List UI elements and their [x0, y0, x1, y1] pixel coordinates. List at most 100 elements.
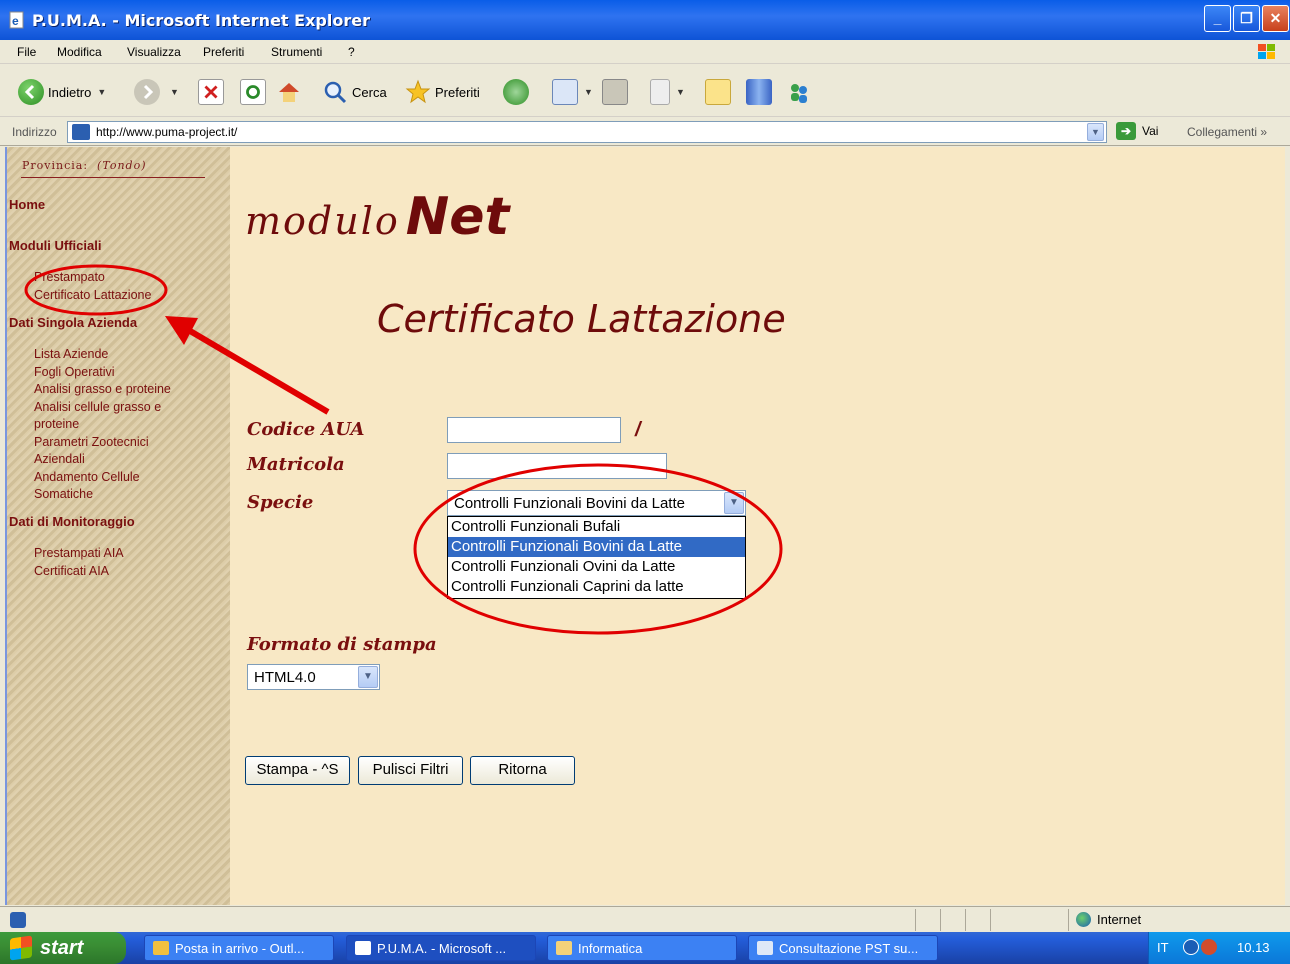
specie-option-caprini[interactable]: Controlli Funzionali Caprini da latte — [448, 577, 745, 597]
menu-strumenti[interactable]: Strumenti — [271, 45, 322, 59]
svg-text:e: e — [12, 14, 19, 28]
tray-arrow-icon[interactable] — [1183, 939, 1199, 955]
chevron-down-icon: ▼ — [97, 87, 107, 97]
matricola-label: Matricola — [247, 454, 345, 475]
printer-icon — [602, 79, 628, 105]
sidebar-item-analisi-cellule[interactable]: Analisi cellule grasso e proteine — [34, 399, 184, 434]
mail-icon — [552, 79, 578, 105]
research-button[interactable] — [746, 77, 772, 107]
outlook-icon — [153, 941, 169, 955]
sidebar-section-moduli-ufficiali: Moduli Ufficiali — [9, 238, 102, 253]
chevron-down-icon[interactable]: ▼ — [358, 666, 378, 688]
refresh-button[interactable] — [240, 77, 266, 107]
specie-selected-value: Controlli Funzionali Bovini da Latte — [454, 495, 685, 512]
menu-file[interactable]: File — [17, 45, 36, 59]
specie-select[interactable]: Controlli Funzionali Bovini da Latte ▼ — [447, 490, 746, 516]
menu-preferiti[interactable]: Preferiti — [203, 45, 244, 59]
mail-button[interactable]: ▼ — [552, 77, 593, 107]
codice-aua-input[interactable] — [447, 417, 621, 443]
task-informatica[interactable]: Informatica — [547, 935, 737, 961]
sidebar-item-home[interactable]: Home — [9, 197, 45, 212]
stop-icon — [198, 79, 224, 105]
chevron-down-icon[interactable]: ▼ — [1087, 123, 1104, 141]
menu-help[interactable]: ? — [348, 45, 355, 59]
globe-icon — [1076, 912, 1091, 927]
address-bar: Indirizzo http://www.puma-project.it/ ▼ … — [0, 118, 1290, 146]
restore-button[interactable]: ❐ — [1233, 5, 1260, 32]
page-content: Provincia: (Tondo) Home Moduli Ufficiali… — [5, 147, 1285, 905]
task-outlook[interactable]: Posta in arrivo - Outl... — [144, 935, 334, 961]
history-button[interactable] — [503, 77, 533, 107]
menu-modifica[interactable]: Modifica — [57, 45, 102, 59]
go-label: Vai — [1142, 124, 1159, 138]
sidebar-item-fogli-operativi[interactable]: Fogli Operativi — [34, 364, 214, 382]
matricola-input[interactable] — [447, 453, 667, 479]
sidebar-item-andamento-cellule[interactable]: Andamento Cellule Somatiche — [34, 469, 164, 504]
close-button[interactable]: ✕ — [1262, 5, 1289, 32]
search-icon — [322, 79, 348, 105]
back-button[interactable]: Indietro ▼ — [18, 77, 106, 107]
address-label: Indirizzo — [12, 125, 57, 139]
sidebar-item-certificato-lattazione[interactable]: Certificato Lattazione — [34, 287, 214, 305]
edit-button[interactable]: ▼ — [650, 77, 685, 107]
forward-arrow-icon — [134, 79, 160, 105]
sidebar-item-prestampati-aia[interactable]: Prestampati AIA — [34, 545, 214, 563]
formato-stampa-select[interactable]: HTML4.0 ▼ — [247, 664, 380, 690]
formato-selected-value: HTML4.0 — [254, 669, 316, 686]
sidebar-item-certificati-aia[interactable]: Certificati AIA — [34, 563, 214, 581]
links-toolbar[interactable]: Collegamenti » — [1187, 125, 1267, 139]
clock[interactable]: 10.13 — [1237, 940, 1270, 955]
history-icon — [503, 79, 529, 105]
people-icon — [786, 79, 812, 105]
sidebar-item-lista-aziende[interactable]: Lista Aziende — [34, 346, 214, 364]
codice-aua-label: Codice AUA — [247, 419, 365, 440]
address-input[interactable]: http://www.puma-project.it/ ▼ — [67, 121, 1107, 143]
discuss-button[interactable] — [705, 77, 731, 107]
site-favicon-icon — [72, 124, 90, 140]
tray-network-icon[interactable] — [1201, 939, 1217, 955]
page-title: Certificato Lattazione — [377, 297, 786, 341]
go-button[interactable]: ➔ Vai — [1116, 122, 1158, 140]
sidebar-item-parametri-zootecnici[interactable]: Parametri Zootecnici Aziendali — [34, 434, 174, 469]
provincia-label: Provincia: (Tondo) — [22, 159, 147, 172]
language-indicator[interactable]: IT — [1157, 940, 1169, 955]
forward-button[interactable]: ▼ — [134, 77, 179, 107]
chevron-down-icon: ▼ — [170, 87, 179, 97]
divider — [965, 909, 966, 931]
stop-button[interactable] — [198, 77, 224, 107]
task-label: Posta in arrivo - Outl... — [175, 940, 305, 956]
chevron-down-icon: ▼ — [676, 87, 685, 97]
start-button[interactable]: start — [0, 932, 126, 964]
formato-stampa-label: Formato di stampa — [247, 634, 437, 655]
specie-dropdown-list: Controlli Funzionali Bufali Controlli Fu… — [447, 516, 746, 599]
word-icon — [757, 941, 773, 955]
menu-visualizza[interactable]: Visualizza — [127, 45, 181, 59]
favorites-button[interactable]: Preferiti — [405, 77, 480, 107]
note-icon — [705, 79, 731, 105]
home-button[interactable] — [276, 77, 302, 107]
ritorna-button[interactable]: Ritorna — [470, 756, 575, 785]
divider — [1068, 909, 1069, 931]
task-consultazione[interactable]: Consultazione PST su... — [748, 935, 938, 961]
chevron-down-icon[interactable]: ▼ — [724, 492, 744, 514]
sidebar-item-prestampato[interactable]: Prestampato — [34, 269, 214, 287]
task-label: Informatica — [578, 940, 643, 956]
sidebar-section-dati-monitoraggio: Dati di Monitoraggio — [9, 514, 135, 529]
provincia-value: (Tondo) — [97, 159, 147, 172]
stampa-button[interactable]: Stampa - ^S — [245, 756, 350, 785]
specie-option-bufali[interactable]: Controlli Funzionali Bufali — [448, 517, 745, 537]
search-button[interactable]: Cerca — [322, 77, 387, 107]
task-ie-puma[interactable]: P.U.M.A. - Microsoft ... — [346, 935, 536, 961]
system-tray: IT 10.13 — [1148, 932, 1290, 964]
pulisci-filtri-button[interactable]: Pulisci Filtri — [358, 756, 463, 785]
print-button[interactable] — [602, 77, 628, 107]
specie-option-bovini[interactable]: Controlli Funzionali Bovini da Latte — [448, 537, 745, 557]
messenger-button[interactable] — [786, 77, 812, 107]
sidebar-item-analisi-grasso[interactable]: Analisi grasso e proteine — [34, 381, 214, 399]
minimize-button[interactable]: _ — [1204, 5, 1231, 32]
sidebar-section-dati-singola-azienda: Dati Singola Azienda — [9, 315, 138, 330]
divider — [940, 909, 941, 931]
specie-option-ovini[interactable]: Controlli Funzionali Ovini da Latte — [448, 557, 745, 577]
status-bar: Internet — [0, 906, 1290, 932]
task-label: Consultazione PST su... — [779, 940, 919, 956]
